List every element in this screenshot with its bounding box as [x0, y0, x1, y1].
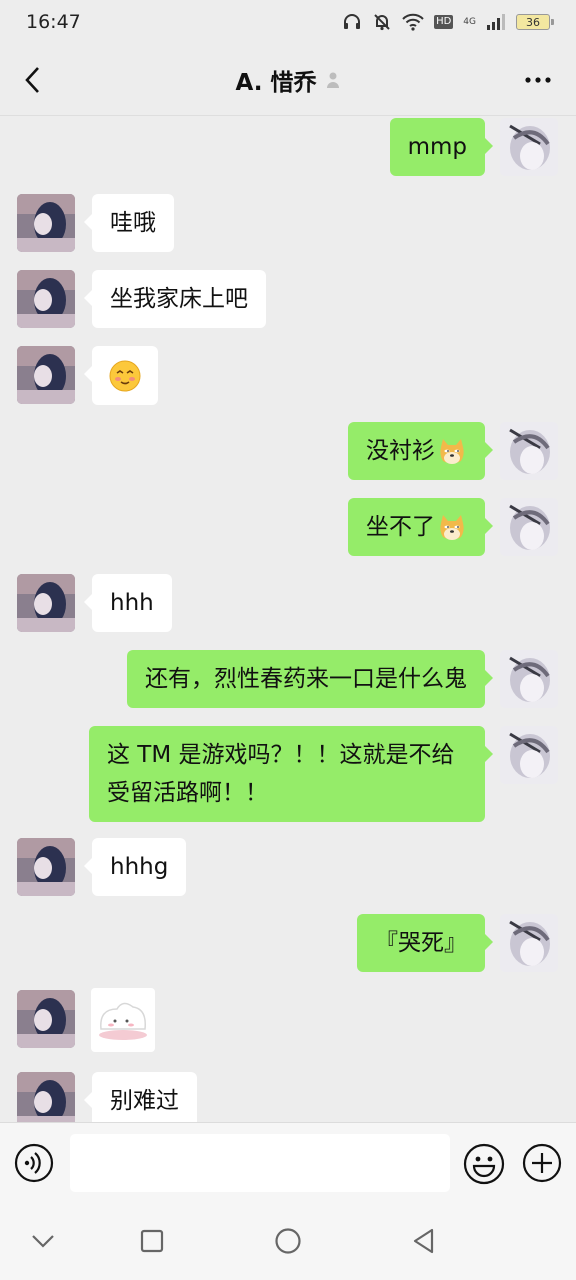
- message-text: hhhg: [110, 854, 169, 880]
- chevron-left-icon: [25, 67, 39, 93]
- input-bar: [0, 1122, 576, 1202]
- self-avatar[interactable]: [500, 498, 558, 556]
- message-text: hhh: [110, 590, 154, 616]
- more-options-button[interactable]: [522, 64, 554, 96]
- message-bubble-contact[interactable]: 哇哦: [84, 194, 174, 252]
- self-avatar[interactable]: [500, 118, 558, 176]
- chat-area[interactable]: mmp 哇哦 坐我家床上吧 没衬衫 坐不了 hhh 还有，烈性春药来一口是什么鬼…: [0, 116, 576, 1122]
- network-type: 4G: [463, 17, 476, 27]
- message-text: 这 TM 是游戏吗？！！这就是不给受留活路啊！！: [107, 742, 455, 806]
- wifi-icon: [402, 13, 424, 31]
- self-avatar[interactable]: [500, 650, 558, 708]
- contact-avatar[interactable]: [17, 1072, 75, 1122]
- message-text: 别难过: [110, 1088, 179, 1114]
- emoji-button[interactable]: [463, 1143, 505, 1185]
- message-text: 没衬衫: [366, 438, 435, 464]
- doge-emoji: [440, 438, 464, 464]
- back-button[interactable]: [14, 62, 50, 98]
- message-bubble-self[interactable]: 坐不了: [348, 498, 493, 556]
- voice-icon: [14, 1143, 54, 1183]
- triangle-back-icon: [413, 1228, 434, 1254]
- chevron-down-icon: [32, 1235, 54, 1248]
- contact-avatar[interactable]: [17, 346, 75, 404]
- doge-emoji: [440, 514, 464, 540]
- self-avatar[interactable]: [500, 422, 558, 480]
- status-icons: HD 4G 36: [342, 12, 554, 32]
- message-text: 还有，烈性春药来一口是什么鬼: [145, 666, 467, 692]
- more-dots-icon: [525, 77, 551, 83]
- message-text: 『哭死』: [375, 930, 467, 956]
- message-bubble-self[interactable]: 还有，烈性春药来一口是什么鬼: [127, 650, 493, 708]
- message-bubble-self[interactable]: 没衬衫: [348, 422, 493, 480]
- message-bubble-contact[interactable]: 别难过: [84, 1072, 197, 1122]
- chat-header: A. 惜乔: [0, 44, 576, 116]
- message-bubble-contact[interactable]: hhhg: [83, 838, 187, 896]
- nav-back-button[interactable]: [406, 1224, 440, 1258]
- white-blob-sticker: [99, 1002, 147, 1040]
- message-text: mmp: [407, 134, 467, 160]
- status-time: 16:47: [26, 11, 81, 33]
- contact-avatar[interactable]: [17, 990, 75, 1048]
- system-nav-bar: [0, 1202, 576, 1280]
- headphones-icon: [342, 12, 362, 32]
- circle-icon: [275, 1228, 301, 1254]
- smiley-icon: [463, 1143, 505, 1185]
- sticker-message[interactable]: [91, 988, 155, 1052]
- message-bubble-contact[interactable]: 坐我家床上吧: [84, 270, 266, 328]
- more-functions-button[interactable]: [522, 1143, 562, 1183]
- plus-icon: [522, 1143, 562, 1183]
- message-bubble-self[interactable]: 『哭死』: [357, 914, 493, 972]
- message-text: 哇哦: [110, 210, 156, 236]
- voice-button[interactable]: [14, 1143, 54, 1183]
- message-text: 坐不了: [366, 514, 435, 540]
- self-avatar[interactable]: [500, 726, 558, 784]
- nav-home-button[interactable]: [271, 1224, 305, 1258]
- message-bubble-contact[interactable]: [84, 346, 158, 405]
- status-bar: 16:47 HD 4G 36: [0, 0, 576, 44]
- battery-icon: 36: [516, 14, 554, 30]
- contact-avatar[interactable]: [17, 270, 75, 328]
- contact-avatar[interactable]: [17, 838, 75, 896]
- message-text: 坐我家床上吧: [110, 286, 248, 312]
- message-input[interactable]: [70, 1134, 450, 1192]
- signal-icon: [486, 13, 506, 31]
- contact-avatar[interactable]: [17, 194, 75, 252]
- message-bubble-contact[interactable]: hhh: [84, 574, 172, 632]
- message-bubble-self[interactable]: 这 TM 是游戏吗？！！这就是不给受留活路啊！！: [89, 726, 493, 822]
- chat-title: A. 惜乔: [235, 69, 317, 96]
- mute-bell-icon: [372, 12, 392, 32]
- battery-level: 36: [526, 15, 540, 29]
- contact-avatar[interactable]: [17, 574, 75, 632]
- nav-recents-button[interactable]: [135, 1224, 169, 1258]
- hd-badge: HD: [434, 15, 454, 29]
- blushing-face-emoji: [109, 360, 141, 391]
- square-icon: [140, 1229, 164, 1253]
- person-icon: [326, 71, 340, 89]
- message-bubble-self[interactable]: mmp: [389, 118, 494, 176]
- nav-collapse-button[interactable]: [26, 1224, 60, 1258]
- self-avatar[interactable]: [500, 914, 558, 972]
